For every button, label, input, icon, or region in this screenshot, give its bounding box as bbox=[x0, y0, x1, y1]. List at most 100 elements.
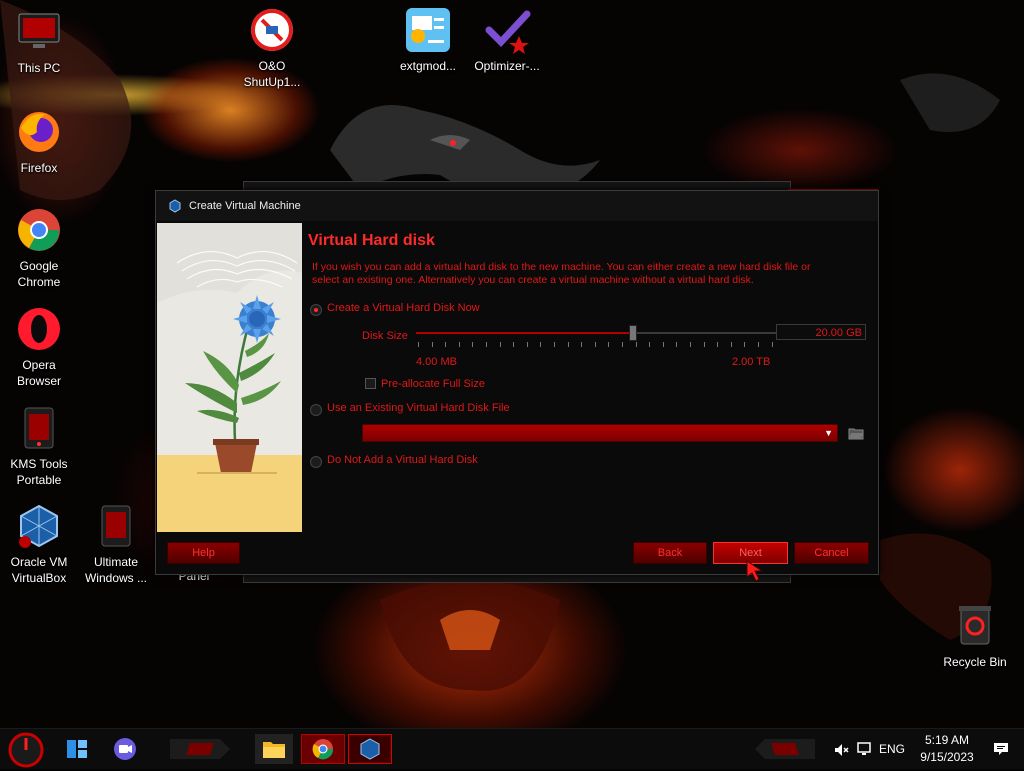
slider-tick bbox=[472, 342, 473, 347]
chrome-icon bbox=[312, 739, 334, 760]
slider-tick bbox=[445, 342, 446, 347]
desktop-icon-extgmod[interactable]: extgmod... bbox=[389, 6, 467, 74]
desktop-icon-this-pc[interactable]: This PC bbox=[0, 8, 78, 76]
desktop-icon-opera[interactable]: Opera Browser bbox=[0, 305, 78, 389]
chrome-taskbar-button[interactable] bbox=[301, 734, 345, 764]
slider-tick bbox=[690, 342, 691, 347]
taskbar: ENG 5:19 AM 9/15/2023 bbox=[0, 728, 1024, 769]
preallocate-checkbox[interactable] bbox=[365, 378, 376, 389]
desktop-icon-virtualbox[interactable]: Oracle VM VirtualBox bbox=[0, 502, 78, 586]
clock-date[interactable]: 9/15/2023 bbox=[916, 750, 978, 764]
slider-tick bbox=[568, 342, 569, 347]
desktop-icon-label: Optimizer-... bbox=[474, 59, 540, 73]
this-pc-icon bbox=[15, 8, 63, 56]
desktop-icon-label: Recycle Bin bbox=[943, 655, 1007, 669]
dialog-title: Create Virtual Machine bbox=[189, 200, 301, 212]
existing-disk-dropdown[interactable]: ▼ bbox=[362, 424, 838, 442]
slider-tick bbox=[581, 342, 582, 347]
slider-tick bbox=[622, 342, 623, 347]
clock-time[interactable]: 5:19 AM bbox=[922, 733, 972, 747]
slider-tick bbox=[704, 342, 705, 347]
slider-tick bbox=[432, 342, 433, 347]
slider-tick bbox=[540, 342, 541, 347]
slider-tick bbox=[459, 342, 460, 347]
desktop-icon-label: Ultimate Windows ... bbox=[84, 555, 147, 585]
desktop-icon-label: This PC bbox=[17, 61, 61, 75]
desktop-icon-label: KMS Tools Portable bbox=[10, 457, 68, 487]
slider-tick bbox=[418, 342, 419, 347]
choose-disk-file-button[interactable] bbox=[848, 425, 864, 441]
radio-use-existing-disk[interactable] bbox=[310, 404, 322, 416]
desktop-icon-firefox[interactable]: Firefox bbox=[0, 108, 78, 176]
slider-tick bbox=[758, 342, 759, 347]
desktop-icon-label: Opera Browser bbox=[16, 358, 61, 388]
task-view-icon bbox=[67, 740, 87, 758]
slider-tick bbox=[636, 342, 637, 347]
recycle-bin-icon bbox=[951, 602, 999, 650]
slider-tick bbox=[663, 342, 664, 347]
desktop-icon-label: O&O ShutUp1... bbox=[243, 59, 301, 89]
slider-tick bbox=[527, 342, 528, 347]
desktop-icon-optimizer[interactable]: Optimizer-... bbox=[468, 6, 546, 74]
virtualbox-icon bbox=[15, 502, 63, 550]
volume-muted-icon[interactable] bbox=[833, 742, 849, 761]
disk-size-slider-thumb[interactable] bbox=[629, 325, 637, 341]
virtualbox-icon bbox=[168, 199, 182, 213]
slider-tick bbox=[595, 342, 596, 347]
slider-tick bbox=[608, 342, 609, 347]
oo-shutup-icon bbox=[248, 6, 296, 54]
back-button[interactable]: Back bbox=[633, 542, 707, 564]
cancel-button[interactable]: Cancel bbox=[794, 542, 869, 564]
desktop-icon-label: Google Chrome bbox=[17, 259, 61, 289]
optimizer-checkmark-icon bbox=[483, 6, 531, 54]
meet-button[interactable] bbox=[113, 737, 137, 764]
help-button[interactable]: Help bbox=[167, 542, 240, 564]
start-button[interactable] bbox=[8, 732, 44, 771]
taskbar-decor-left bbox=[170, 735, 230, 766]
disk-size-label: Disk Size bbox=[362, 330, 408, 342]
firefox-icon bbox=[15, 108, 63, 156]
slider-tick bbox=[554, 342, 555, 347]
radio-no-disk-label[interactable]: Do Not Add a Virtual Hard Disk bbox=[327, 454, 478, 466]
chrome-icon bbox=[15, 206, 63, 254]
page-description: If you wish you can add a virtual hard d… bbox=[312, 261, 811, 286]
desktop-icon-oo-shutup[interactable]: O&O ShutUp1... bbox=[233, 6, 311, 90]
slider-tick bbox=[676, 342, 677, 347]
virtualbox-taskbar-button[interactable] bbox=[348, 734, 392, 764]
virtualbox-icon bbox=[360, 738, 380, 760]
desktop-icon-label: Firefox bbox=[20, 161, 58, 175]
desktop-icon-chrome[interactable]: Google Chrome bbox=[0, 206, 78, 290]
disk-size-slider-ticks bbox=[418, 342, 774, 348]
slider-tick bbox=[649, 342, 650, 347]
slider-tick bbox=[500, 342, 501, 347]
slider-tick bbox=[744, 342, 745, 347]
slider-tick bbox=[731, 342, 732, 347]
radio-create-new-disk-label[interactable]: Create a Virtual Hard Disk Now bbox=[327, 302, 480, 314]
desktop-icon-label: Oracle VM VirtualBox bbox=[10, 555, 68, 585]
extgmod-icon bbox=[404, 6, 452, 54]
create-vm-dialog: Create Virtual Machine Virtual Hard disk… bbox=[155, 190, 879, 575]
desktop-icon-kms-tools[interactable]: KMS Tools Portable bbox=[0, 404, 78, 488]
radio-use-existing-disk-label[interactable]: Use an Existing Virtual Hard Disk File bbox=[327, 402, 510, 414]
preallocate-label[interactable]: Pre-allocate Full Size bbox=[381, 378, 485, 390]
opera-icon bbox=[15, 305, 63, 353]
notifications-icon[interactable] bbox=[993, 741, 1009, 760]
language-indicator[interactable]: ENG bbox=[879, 742, 905, 756]
file-explorer-taskbar-button[interactable] bbox=[255, 734, 293, 764]
disk-size-slider-fill bbox=[416, 332, 632, 334]
taskbar-decor-right bbox=[755, 735, 815, 766]
slider-tick bbox=[717, 342, 718, 347]
wizard-illustration bbox=[157, 223, 302, 532]
power-start-icon bbox=[8, 732, 44, 768]
disk-size-input[interactable]: 20.00 GB bbox=[776, 324, 866, 340]
folder-icon bbox=[263, 742, 285, 758]
slider-tick bbox=[486, 342, 487, 347]
desktop-icon-ultimate-windows[interactable]: Ultimate Windows ... bbox=[77, 502, 155, 586]
desktop-icon-recycle-bin[interactable]: Recycle Bin bbox=[936, 602, 1014, 670]
folder-icon bbox=[848, 428, 864, 440]
dialog-titlebar[interactable]: Create Virtual Machine bbox=[156, 191, 878, 221]
radio-no-disk[interactable] bbox=[310, 456, 322, 468]
radio-create-new-disk[interactable] bbox=[310, 304, 322, 316]
network-icon[interactable] bbox=[856, 741, 872, 760]
task-view-button[interactable] bbox=[65, 738, 89, 763]
